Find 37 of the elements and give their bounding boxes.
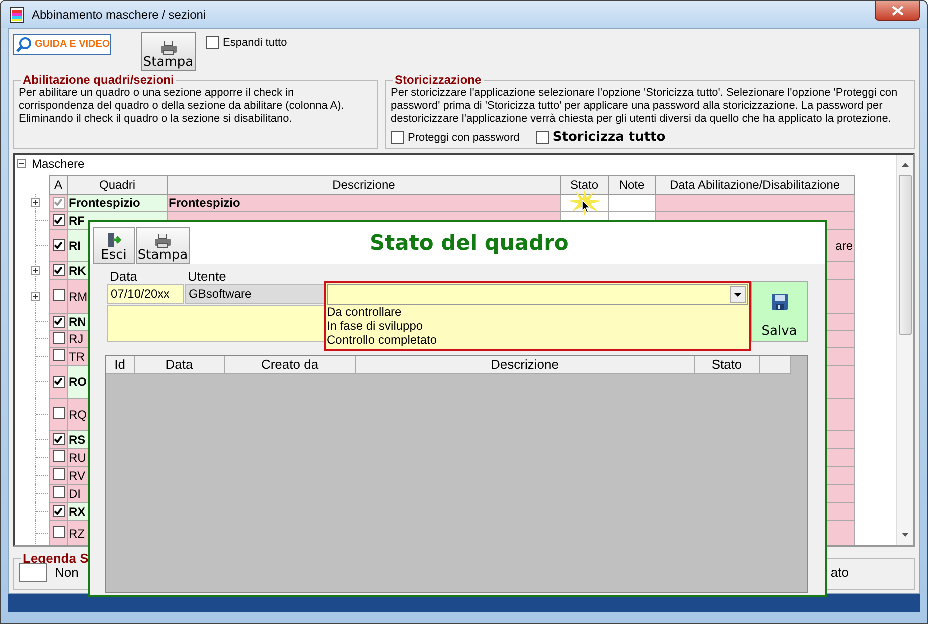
legend-label: ato <box>830 565 849 580</box>
group-title: Legenda S <box>22 551 90 566</box>
dropdown-option[interactable]: In fase di sviluppo <box>327 319 749 333</box>
date-field[interactable]: 07/10/20xx <box>107 284 184 304</box>
checkbox-label: Storicizza tutto <box>552 130 666 145</box>
table-cell: Frontespizio <box>68 194 168 212</box>
user-field[interactable]: GBsoftware <box>185 284 325 304</box>
legend-label: Non <box>55 565 79 580</box>
exit-button[interactable]: Esci <box>93 226 135 264</box>
checkbox-label: Proteggi con password <box>408 132 520 144</box>
tree-label: Maschere <box>32 156 85 170</box>
window-title: Abbinamento maschere / sezioni <box>32 8 206 22</box>
column-header[interactable]: Quadri <box>68 176 168 194</box>
print-button[interactable]: Stampa <box>136 226 190 264</box>
instructions-text: Per abilitare un quadro o una sezione apporre il check in corrispondenza del quadro o della sezione da abilitare (colonna A). Eliminando il check il quadro o la sezione si disabilitano. <box>19 87 346 126</box>
column-header[interactable]: A <box>50 176 68 194</box>
column-header[interactable]: Descrizione <box>168 176 560 194</box>
table-cell-text: are <box>836 238 853 252</box>
table-cell: Frontespizio <box>168 194 560 212</box>
dropdown-option[interactable]: Controllo completato <box>327 333 749 347</box>
group-title: Storicizzazione <box>394 73 483 87</box>
column-header[interactable]: Note <box>608 176 656 194</box>
column-header[interactable]: Id <box>106 356 135 374</box>
field-label: Utente <box>188 269 226 284</box>
dialog-title: Stato del quadro <box>370 231 569 255</box>
column-header[interactable]: Descrizione <box>356 356 695 374</box>
column-header[interactable]: Data <box>135 356 225 374</box>
column-header[interactable]: Creato da <box>225 356 356 374</box>
checkbox-label: Espandi tutto <box>223 36 288 48</box>
save-button[interactable]: Salva <box>751 281 808 342</box>
instructions-text: Per storicizzare l'applicazione selezionare l'opzione 'Storicizza tutto'. Selezionare l'opzione 'Proteggi con password' prima di 'Storicizza tutto' per applicare una password alla storicizzazione. La password per destoricizzare l'applicazione verrà chiesta per gli utenti diversi da quello che ha applicato la protezione. <box>391 87 899 126</box>
print-button[interactable]: Stampa <box>141 32 196 71</box>
column-header[interactable]: Stato <box>695 356 760 374</box>
group-title: Abilitazione quadri/sezioni <box>22 73 176 87</box>
column-header[interactable]: Stato <box>560 176 608 194</box>
dropdown-option[interactable]: Da controllare <box>327 305 749 319</box>
column-header[interactable]: Data Abilitazione/Disabilitazione <box>656 176 854 194</box>
